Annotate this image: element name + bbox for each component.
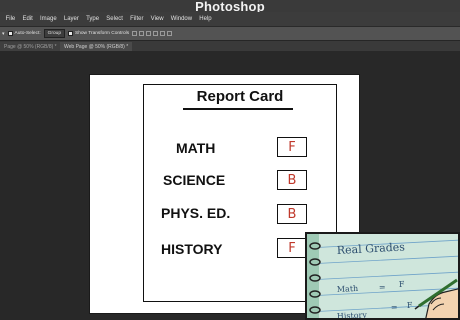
grade-science: B xyxy=(287,172,297,188)
menu-file[interactable]: File xyxy=(2,12,19,26)
align-right-icon[interactable] xyxy=(167,31,173,36)
auto-select-checkbox[interactable] xyxy=(7,31,13,36)
menu-window[interactable]: Window xyxy=(167,12,196,26)
grade-history: F xyxy=(288,240,296,256)
menu-type[interactable]: Type xyxy=(82,12,102,26)
document-tab-bar: Page @ 50% (RGB/8) * Web Page @ 50% (RGB… xyxy=(0,40,460,52)
align-top-icon[interactable] xyxy=(132,31,138,36)
title-bar: Photoshop xyxy=(0,0,460,14)
inset-history-grade: F xyxy=(407,301,413,310)
menu-filter[interactable]: Filter xyxy=(127,12,148,26)
report-card-title: Report Card xyxy=(196,88,284,105)
grade-phys-ed: B xyxy=(287,206,297,222)
menu-bar: File Edit Image Layer Type Select Filter… xyxy=(0,12,460,26)
show-transform-checkbox[interactable] xyxy=(68,31,73,36)
inset-math-eq: = xyxy=(379,283,386,292)
tool-preset-chevron-icon[interactable]: ▾ xyxy=(2,31,5,37)
spiral-binding-icon xyxy=(307,234,321,318)
menu-image[interactable]: Image xyxy=(36,12,60,26)
align-bottom-icon[interactable] xyxy=(146,31,152,36)
subject-math: MATH xyxy=(176,140,216,156)
align-left-icon[interactable] xyxy=(153,31,159,36)
grade-box-history: F xyxy=(277,238,307,258)
subject-phys-ed: PHYS. ED. xyxy=(161,205,231,221)
grade-box-math: F xyxy=(277,137,307,157)
inset-history-eq: = xyxy=(391,303,398,312)
grade-math: F xyxy=(288,139,296,155)
auto-select-dropdown[interactable]: Group xyxy=(43,29,65,38)
menu-select[interactable]: Select xyxy=(103,12,127,26)
inset-math-grade: F xyxy=(399,280,405,289)
auto-select-label: Auto-Select: xyxy=(14,31,41,36)
menu-edit[interactable]: Edit xyxy=(19,12,37,26)
title-underline xyxy=(183,108,293,110)
inset-history-subject: History xyxy=(337,310,368,320)
options-bar: ▾ Auto-Select: Group Show Transform Cont… xyxy=(0,26,460,40)
menu-view[interactable]: View xyxy=(147,12,167,26)
align-middle-icon[interactable] xyxy=(139,31,145,36)
show-transform-label: Show Transform Controls xyxy=(75,31,130,36)
subject-history: HISTORY xyxy=(161,241,223,257)
subject-science: SCIENCE xyxy=(163,172,226,188)
notebook-illustration: Real Grades Math = F History = F xyxy=(307,234,458,320)
grade-box-science: B xyxy=(277,170,307,190)
menu-layer[interactable]: Layer xyxy=(60,12,82,26)
menu-help[interactable]: Help xyxy=(196,12,216,26)
align-center-icon[interactable] xyxy=(160,31,166,36)
inset-illustration: Real Grades Math = F History = F xyxy=(305,232,460,320)
grade-box-phys-ed: B xyxy=(277,204,307,224)
inset-math-subject: Math xyxy=(337,284,359,294)
